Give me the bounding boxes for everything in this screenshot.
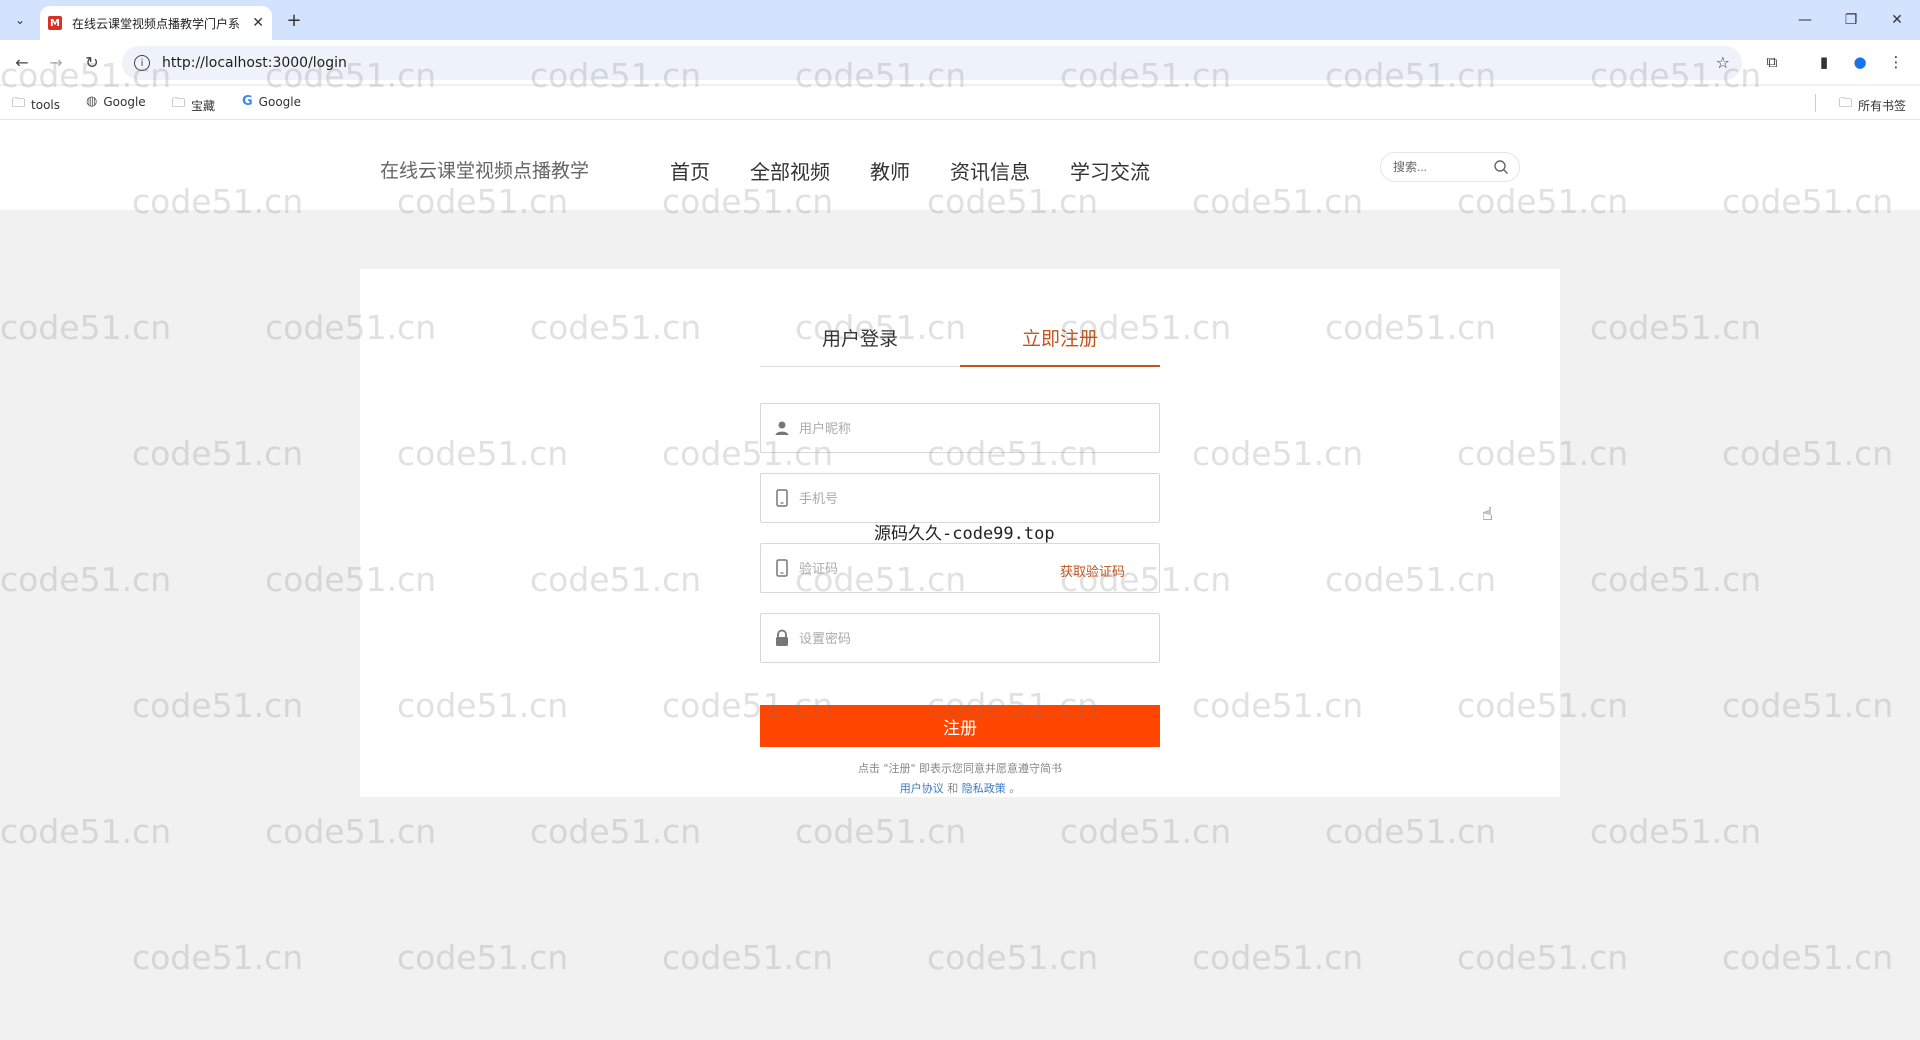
reload-icon[interactable]: ↻	[80, 50, 104, 74]
bookmark-star-icon[interactable]: ☆	[1716, 53, 1730, 72]
browser-menu-kebab-icon[interactable]: ⋮	[1884, 50, 1908, 74]
watermark: code51.cn	[132, 434, 304, 473]
register-card: 用户登录 立即注册 获取验证码 源码久久-code99.top 注册 点击 "注…	[360, 269, 1560, 797]
agreement-end: 。	[1009, 782, 1021, 795]
tab-title: 在线云课堂视频点播教学门户系	[72, 16, 240, 31]
side-panel-icon[interactable]: ▮	[1812, 50, 1836, 74]
watermark: code51.cn	[397, 938, 569, 977]
back-arrow-icon[interactable]: ←	[10, 50, 34, 74]
address-url: http://localhost:3000/login	[162, 55, 347, 71]
watermark: code51.cn	[1192, 938, 1364, 977]
nav-study-exchange[interactable]: 学习交流	[1070, 156, 1150, 185]
user-agreement-link[interactable]: 用户协议	[900, 782, 944, 795]
watermark: code51.cn	[1457, 938, 1629, 977]
bookmarks-divider	[1815, 94, 1816, 112]
nav-teachers[interactable]: 教师	[870, 156, 910, 185]
tab-favicon-icon: M	[48, 16, 62, 30]
google-icon: G	[242, 94, 253, 109]
nickname-input[interactable]	[799, 420, 1159, 436]
phone-field	[760, 473, 1160, 523]
watermark: code51.cn	[1590, 308, 1762, 347]
browser-tab[interactable]: M 在线云课堂视频点播教学门户系 ✕	[40, 6, 272, 40]
register-button[interactable]: 注册	[760, 705, 1160, 747]
search-input[interactable]	[1393, 160, 1493, 174]
forward-arrow-icon[interactable]: →	[44, 50, 68, 74]
folder-icon: 🗀	[172, 96, 186, 111]
site-header: 在线云课堂视频点播教学 首页 全部视频 教师 资讯信息 学习交流	[0, 120, 1920, 210]
watermark: code51.cn	[662, 938, 834, 977]
folder-icon: 🗀	[1838, 96, 1852, 111]
watermark: code51.cn	[1722, 686, 1894, 725]
watermark: code51.cn	[0, 812, 172, 851]
tab-login[interactable]: 用户登录	[760, 309, 960, 366]
extensions-puzzle-icon[interactable]: ⧉	[1760, 50, 1784, 74]
nickname-field	[760, 403, 1160, 453]
lock-icon	[773, 629, 791, 647]
agreement-links: 用户协议 和 隐私政策 。	[760, 779, 1160, 799]
watermark: code51.cn	[0, 308, 172, 347]
watermark: code51.cn	[1325, 812, 1497, 851]
tab-close-icon[interactable]: ✕	[252, 15, 264, 31]
watermark: code51.cn	[1722, 434, 1894, 473]
nav-home[interactable]: 首页	[670, 156, 710, 185]
phone-icon	[773, 489, 791, 507]
folder-icon: 🗀	[12, 96, 26, 111]
watermark: code51.cn	[265, 812, 437, 851]
site-title: 在线云课堂视频点播教学	[380, 160, 590, 182]
bookmark-google-2[interactable]: G Google	[242, 94, 301, 109]
watermark: code51.cn	[530, 812, 702, 851]
password-field	[760, 613, 1160, 663]
phone-icon	[773, 559, 791, 577]
bookmark-treasure[interactable]: 🗀 宝藏	[172, 94, 215, 116]
phone-input[interactable]	[799, 490, 1159, 506]
window-close-icon[interactable]: ✕	[1874, 0, 1920, 40]
code-field: 获取验证码	[760, 543, 1160, 593]
form-tabs: 用户登录 立即注册	[760, 309, 1160, 367]
password-input[interactable]	[799, 630, 1159, 646]
tab-search-chevron-icon[interactable]: ⌄	[8, 8, 32, 32]
all-bookmarks-label: 所有书签	[1857, 98, 1906, 113]
user-icon	[773, 420, 791, 436]
restore-icon[interactable]: ❐	[1828, 0, 1874, 40]
bookmark-google[interactable]: ◍ Google	[86, 94, 146, 109]
browser-tab-bar: ⌄ M 在线云课堂视频点播教学门户系 ✕ + — ❐ ✕	[0, 0, 1920, 40]
watermark: code51.cn	[927, 938, 1099, 977]
new-tab-plus-icon[interactable]: +	[282, 8, 306, 32]
mouse-pointer-icon: ☝	[1482, 504, 1493, 525]
bookmark-label: tools	[31, 98, 60, 112]
overlay-watermark-text: 源码久久-code99.top	[874, 524, 1055, 544]
bookmark-tools[interactable]: 🗀 tools	[12, 94, 60, 116]
watermark: code51.cn	[1590, 560, 1762, 599]
privacy-policy-link[interactable]: 隐私政策	[962, 782, 1006, 795]
site-info-icon[interactable]: i	[134, 55, 150, 71]
watermark: code51.cn	[1590, 812, 1762, 851]
profile-avatar-icon[interactable]: ●	[1848, 50, 1872, 74]
bookmarks-bar: 🗀 tools ◍ Google 🗀 宝藏 G Google 🗀 所有书签	[0, 86, 1920, 120]
bookmark-label: 宝藏	[191, 98, 216, 113]
tab-register[interactable]: 立即注册	[960, 309, 1160, 367]
address-bar[interactable]: i http://localhost:3000/login ☆	[122, 46, 1742, 80]
agreement-line: 点击 "注册" 即表示您同意并愿意遵守简书	[857, 762, 1063, 775]
minimize-icon[interactable]: —	[1782, 0, 1828, 40]
nav-all-videos[interactable]: 全部视频	[750, 156, 830, 185]
watermark: code51.cn	[1060, 812, 1232, 851]
window-controls: — ❐ ✕	[1782, 0, 1920, 40]
bookmark-label: Google	[103, 94, 146, 109]
site-nav: 首页 全部视频 教师 资讯信息 学习交流	[670, 156, 1150, 185]
watermark: code51.cn	[132, 938, 304, 977]
watermark: code51.cn	[0, 560, 172, 599]
watermark: code51.cn	[132, 686, 304, 725]
search-icon[interactable]	[1493, 159, 1509, 175]
bookmark-label: Google	[258, 94, 301, 109]
all-bookmarks[interactable]: 🗀 所有书签	[1839, 94, 1906, 116]
watermark: code51.cn	[795, 812, 967, 851]
agreement-and: 和	[947, 782, 959, 795]
agreement-text: 点击 "注册" 即表示您同意并愿意遵守简书 用户协议 和 隐私政策 。	[760, 759, 1160, 799]
watermark: code51.cn	[1722, 938, 1894, 977]
globe-icon: ◍	[86, 94, 98, 109]
nav-news[interactable]: 资讯信息	[950, 156, 1030, 185]
search-box	[1380, 152, 1520, 182]
get-code-button[interactable]: 获取验证码	[1060, 561, 1125, 580]
